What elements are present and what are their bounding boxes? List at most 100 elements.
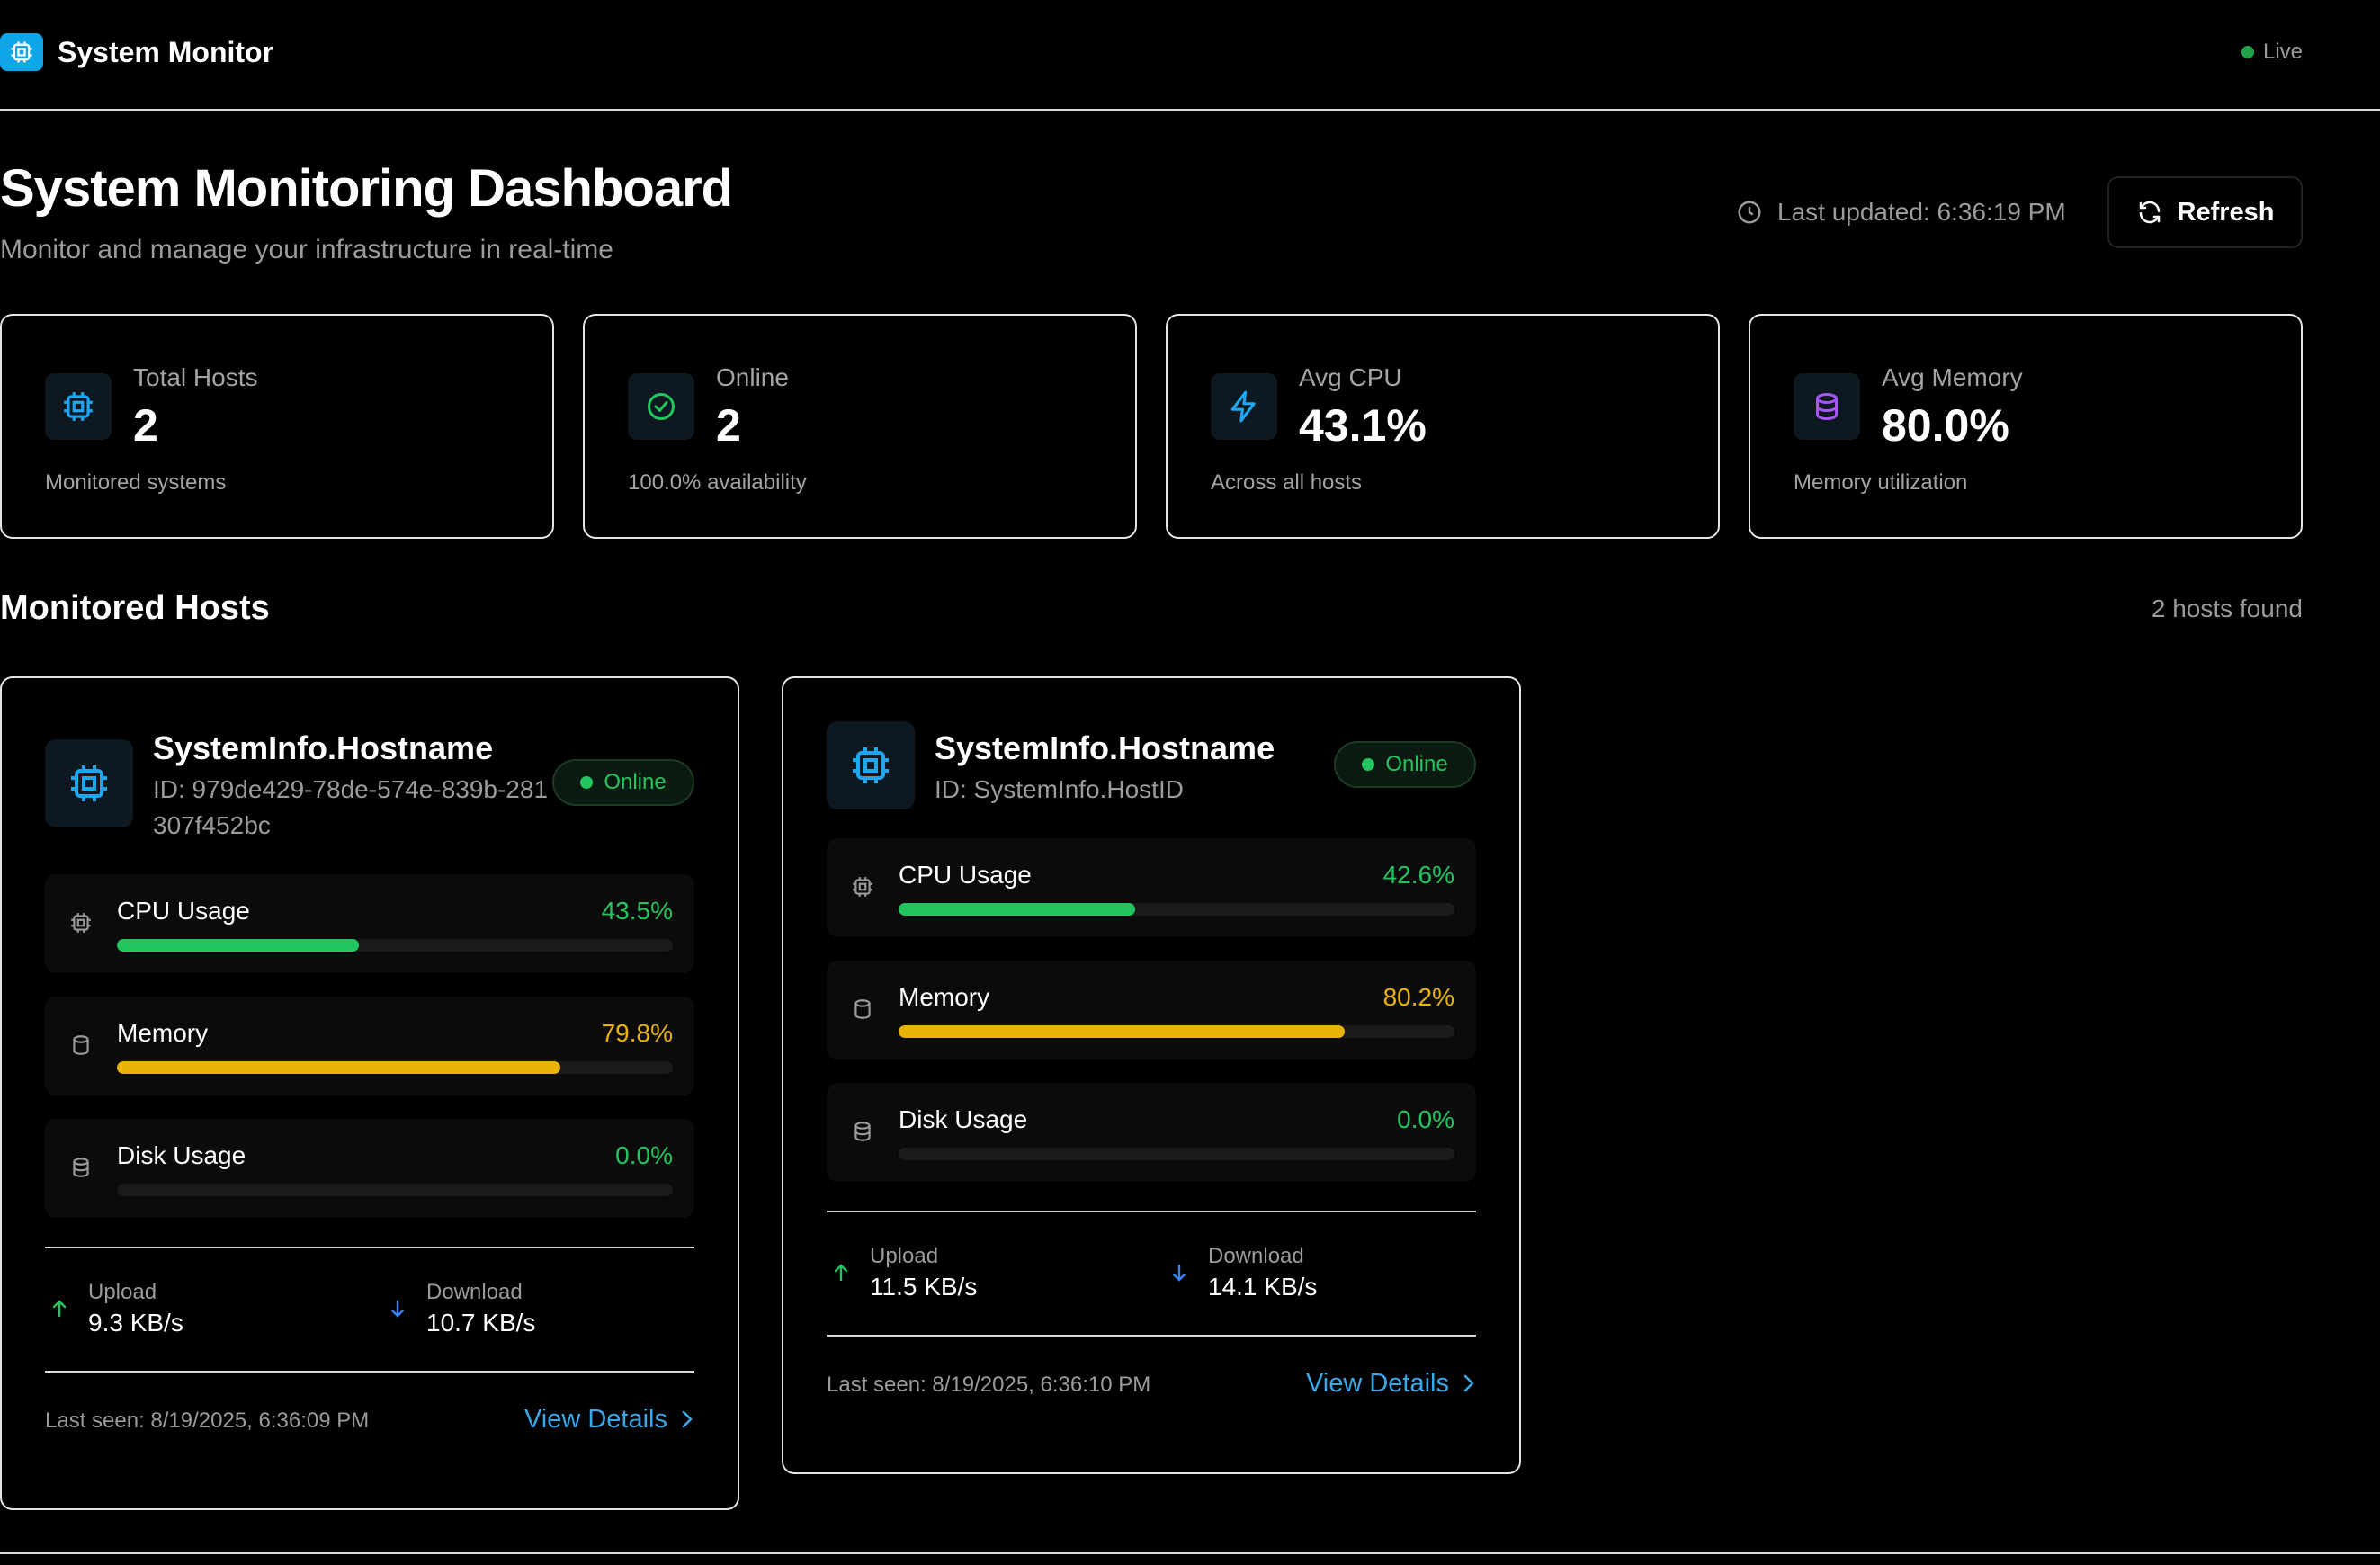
download-value: 10.7 KB/s: [426, 1309, 536, 1337]
status-label: Online: [604, 770, 667, 794]
disk-icon: [68, 1155, 94, 1180]
metric-value: 80.2%: [1382, 983, 1454, 1011]
host-name: SystemInfo.Hostname: [153, 729, 494, 766]
chevron-right-icon: [682, 1410, 693, 1428]
check-circle-icon: [648, 393, 675, 420]
stat-sub: Monitored systems: [45, 470, 227, 495]
upload-value: 11.5 KB/s: [870, 1273, 978, 1301]
stat-card-online: Online 2 100.0% availability: [583, 314, 1137, 539]
lightning-icon: [1230, 390, 1256, 423]
stat-label: Total Hosts: [133, 363, 258, 391]
app-title: System Monitor: [58, 36, 274, 68]
stat-label: Avg CPU: [1299, 363, 1402, 391]
download-value: 14.1 KB/s: [1208, 1273, 1318, 1301]
metric-label: CPU Usage: [117, 897, 250, 925]
host-card[interactable]: SystemInfo.Hostname ID: SystemInfo.HostI…: [782, 676, 1521, 1474]
progress-track: [899, 903, 1454, 916]
metric-value: 79.8%: [601, 1019, 673, 1047]
page-subtitle: Monitor and manage your infrastructure i…: [0, 235, 613, 264]
section-title: Monitored Hosts: [0, 589, 270, 627]
status-dot: [1362, 758, 1375, 771]
divider: [827, 1211, 1476, 1212]
cpu-icon: [850, 874, 875, 899]
arrow-down-icon: [387, 1295, 408, 1322]
progress-track: [899, 1148, 1454, 1160]
host-card[interactable]: SystemInfo.Hostname ID: 979de429-78de-57…: [0, 676, 739, 1510]
cpu-icon: [71, 765, 107, 801]
view-details-link[interactable]: View Details: [524, 1403, 694, 1435]
refresh-icon: [2139, 201, 2160, 224]
stat-sub: Memory utilization: [1794, 470, 1968, 495]
progress-fill: [117, 1061, 561, 1074]
upload-label: Upload: [870, 1244, 939, 1268]
refresh-button[interactable]: Refresh: [2107, 176, 2303, 248]
last-updated-text: Last updated: 6:36:19 PM: [1777, 198, 2066, 226]
metric-value: 43.5%: [601, 897, 673, 925]
metric-label: Memory: [117, 1019, 209, 1047]
status-badge: Online: [1334, 741, 1476, 788]
download-label: Download: [1208, 1244, 1304, 1268]
stat-value: 2: [133, 400, 158, 451]
stat-card-total-hosts: Total Hosts 2 Monitored systems: [0, 314, 554, 539]
upload-value: 9.3 KB/s: [88, 1309, 183, 1337]
view-details-label: View Details: [1305, 1369, 1449, 1398]
clock-icon: [1738, 201, 1761, 224]
metric-value: 42.6%: [1382, 861, 1454, 889]
metric-memory: Memory 79.8%: [45, 997, 694, 1096]
cpu-icon: [11, 41, 32, 63]
cpu-icon: [68, 910, 94, 935]
database-icon: [1816, 393, 1838, 421]
view-details-link[interactable]: View Details: [1306, 1367, 1476, 1400]
chevron-right-icon: [1463, 1374, 1474, 1392]
top-bar: System Monitor Live: [0, 0, 2380, 111]
status-label: Online: [1385, 752, 1448, 776]
refresh-label: Refresh: [2177, 197, 2275, 227]
last-seen: Last seen: 8/19/2025, 6:36:09 PM: [45, 1408, 370, 1433]
metric-disk: Disk Usage 0.0%: [827, 1083, 1476, 1182]
metric-label: Disk Usage: [899, 1105, 1028, 1133]
view-details-label: View Details: [523, 1405, 667, 1434]
stat-sub: 100.0% availability: [628, 470, 807, 495]
divider: [45, 1371, 694, 1373]
hosts-count: 2 hosts found: [2151, 595, 2303, 622]
progress-fill: [899, 1025, 1345, 1038]
metric-label: CPU Usage: [899, 861, 1032, 889]
last-seen: Last seen: 8/19/2025, 6:36:10 PM: [827, 1373, 1151, 1397]
progress-track: [117, 1184, 673, 1196]
divider: [827, 1335, 1476, 1337]
disk-icon: [850, 1119, 875, 1144]
metric-memory: Memory 80.2%: [827, 961, 1476, 1060]
stat-label: Online: [716, 363, 789, 391]
stat-sub: Across all hosts: [1211, 470, 1363, 495]
cpu-icon: [64, 392, 93, 421]
metric-value: 0.0%: [615, 1141, 673, 1169]
divider: [45, 1247, 694, 1248]
metric-label: Memory: [899, 983, 990, 1011]
host-name: SystemInfo.Hostname: [935, 729, 1275, 766]
live-label: Live: [2262, 40, 2303, 64]
host-icon-box: [45, 739, 133, 827]
download-label: Download: [426, 1280, 523, 1304]
stat-card-avg-cpu: Avg CPU 43.1% Across all hosts: [1166, 314, 1720, 539]
metric-value: 0.0%: [1397, 1105, 1454, 1133]
stat-icon-box: [1211, 373, 1277, 440]
memory-icon: [850, 997, 875, 1022]
metric-cpu: CPU Usage 43.5%: [45, 874, 694, 973]
metric-cpu: CPU Usage 42.6%: [827, 838, 1476, 937]
stat-value: 80.0%: [1882, 400, 2009, 451]
arrow-up-icon: [49, 1295, 70, 1322]
cpu-icon: [853, 747, 889, 783]
last-updated: Last updated: 6:36:19 PM: [1736, 196, 2066, 228]
app-logo: [0, 33, 43, 71]
stat-value: 43.1%: [1299, 400, 1427, 451]
arrow-up-icon: [830, 1259, 852, 1286]
progress-fill: [899, 903, 1136, 916]
progress-track: [899, 1025, 1454, 1038]
footer-divider: [0, 1552, 2380, 1554]
stat-label: Avg Memory: [1882, 363, 2023, 391]
page-title: System Monitoring Dashboard: [0, 159, 733, 218]
live-indicator: Live: [2241, 40, 2303, 65]
host-icon-box: [827, 721, 915, 809]
live-dot: [2241, 46, 2254, 58]
arrow-down-icon: [1168, 1259, 1190, 1286]
